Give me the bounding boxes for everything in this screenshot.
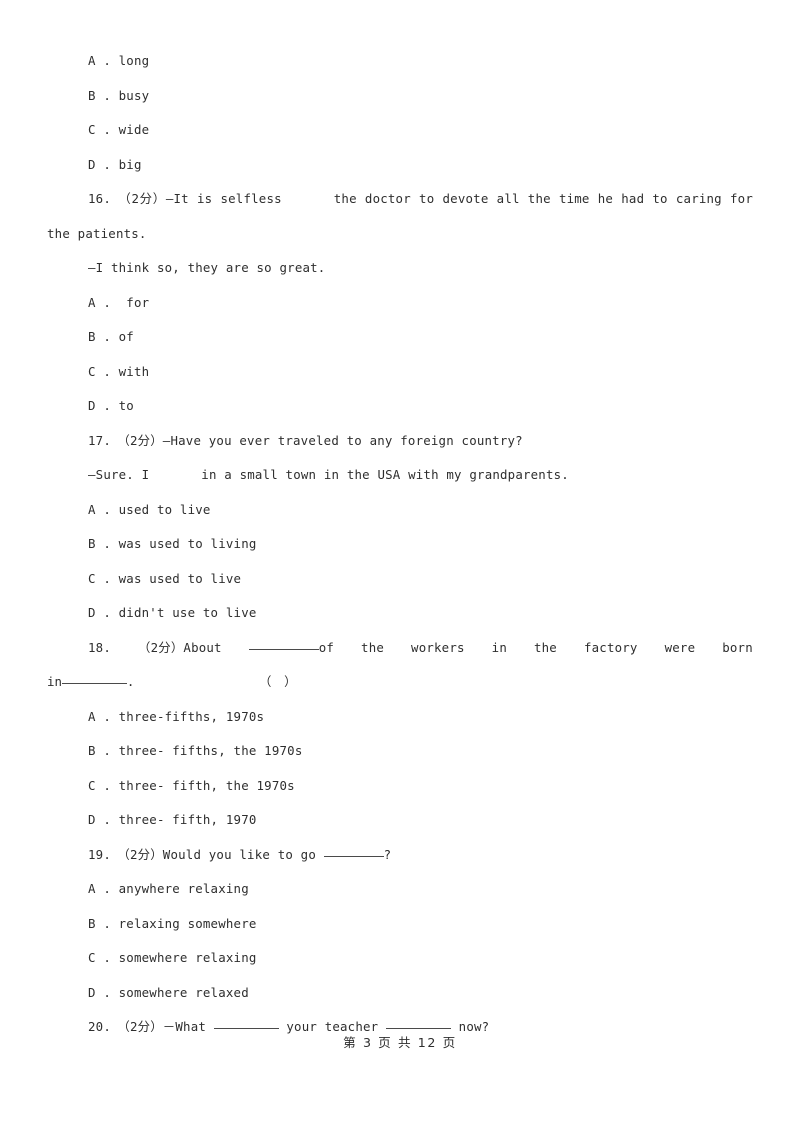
option-row: C . wide	[88, 122, 150, 137]
page-footer: 第 3 页 共 12 页	[343, 1035, 457, 1050]
option-row: D . big	[88, 156, 142, 172]
fill-in-blank[interactable]	[213, 1028, 279, 1029]
document-page: A . long B . busy C . wide D . big 16. （…	[0, 0, 800, 1132]
question-19-stem: 19. （2分）Would you like to go ?	[47, 838, 753, 873]
fill-in-blank[interactable]	[323, 855, 384, 857]
fill-in-blank[interactable]	[61, 683, 127, 684]
option-row: C . was used to live	[88, 570, 242, 586]
question-16-stem-lead: 16. （2分）—It is selfless	[88, 191, 282, 206]
option-row: B . three- fifths, the 1970s	[88, 743, 303, 758]
question-19-stem-lead: 19. （2分）Would you like to go	[88, 846, 316, 862]
question-18-word: in	[491, 639, 507, 655]
question-17-reply-tail: in a small town in the USA with my grand…	[201, 467, 569, 482]
question-18-word: workers	[411, 639, 465, 655]
question-18-score-lead: （2分）About	[137, 639, 222, 655]
option-row: D . to	[88, 398, 134, 413]
question-19-stem-tail: ?	[383, 846, 392, 862]
question-18-blank-wrap: of	[248, 631, 335, 666]
question-18-word: the	[361, 639, 385, 655]
question-18-in: in	[47, 674, 62, 689]
option-row: A . used to live	[88, 501, 211, 517]
option-row: B . of	[88, 329, 134, 344]
option-row: D . three- fifth, 1970	[88, 812, 257, 827]
question-18-of: of	[318, 639, 335, 655]
option-row: B . was used to living	[88, 536, 257, 551]
option-row: A . for	[88, 294, 150, 310]
option-row: D . didn't use to live	[88, 605, 257, 620]
question-18-word: born	[722, 639, 753, 655]
question-16-reply: —I think so, they are so great.	[88, 260, 326, 275]
option-row: C . somewhere relaxing	[88, 950, 257, 965]
option-row: C . three- fifth, the 1970s	[88, 777, 295, 793]
question-17-reply-lead: —Sure. I	[88, 467, 150, 482]
option-row: C . with	[88, 363, 150, 379]
question-17-reply: —Sure. I in a small town in the USA with …	[47, 458, 753, 493]
question-18-stem-line1: 18. （2分）About of the workers in the fact…	[47, 631, 753, 666]
page-content: A . long B . busy C . wide D . big 16. （…	[47, 44, 753, 1045]
fill-in-blank[interactable]	[385, 1028, 451, 1029]
question-16-stem-wrap: patients.	[77, 225, 147, 241]
fill-in-blank[interactable]	[248, 648, 319, 650]
question-18-number: 18.	[88, 639, 111, 655]
option-row: A . three-fifths, 1970s	[88, 708, 265, 724]
option-row: A . long	[88, 53, 150, 68]
option-row: B . relaxing somewhere	[88, 915, 257, 931]
option-row: D . somewhere relaxed	[88, 984, 249, 1000]
question-16-stem: 16. （2分）—It is selfless the doctor to dev…	[47, 182, 753, 251]
option-row: A . anywhere relaxing	[88, 881, 249, 896]
question-18-word: factory	[583, 639, 638, 655]
question-17-stem: 17. （2分）—Have you ever traveled to any f…	[88, 432, 523, 448]
question-18-word: were	[664, 639, 696, 655]
answer-parentheses[interactable]: （ ）	[259, 665, 297, 700]
option-row: B . busy	[88, 87, 150, 103]
question-18-word: the	[533, 639, 557, 655]
question-18-period: .	[126, 674, 135, 689]
question-18-stem-line2: in. （ ）	[47, 665, 753, 700]
